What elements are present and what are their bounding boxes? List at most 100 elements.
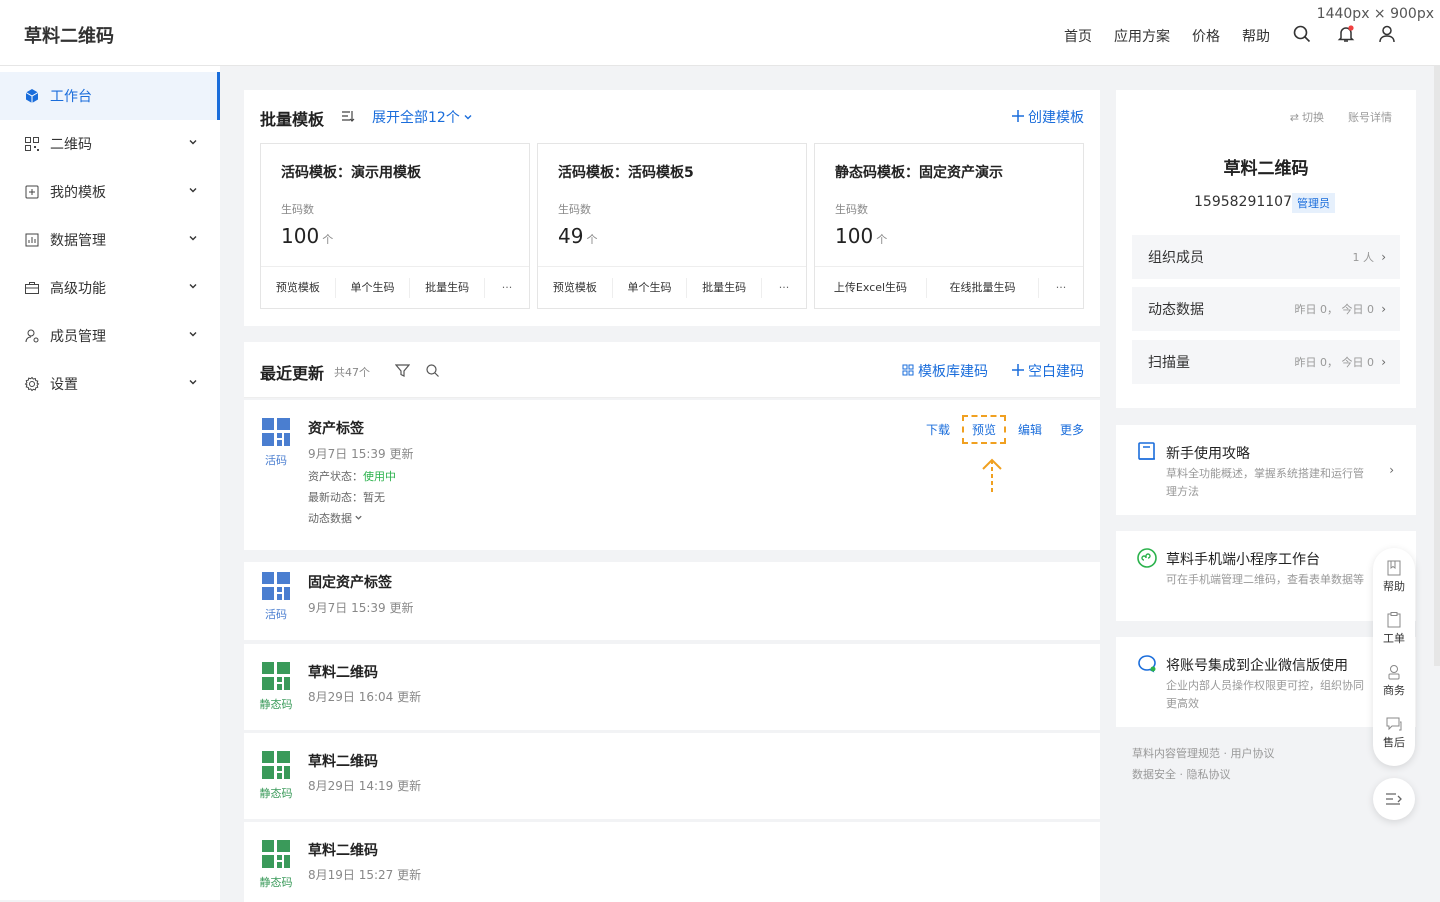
gear-icon: [24, 376, 40, 392]
account-name: 草料二维码: [1223, 159, 1309, 179]
item-name[interactable]: 草料二维码: [308, 840, 378, 860]
upload-excel-button[interactable]: 上传Excel生码: [815, 277, 927, 298]
list-item[interactable]: 活码 资产标签 9月7日 15:39 更新 资产状态：使用中 最新动态：暂无 动…: [244, 400, 1100, 550]
stat-label: 扫描量: [1148, 355, 1190, 371]
guide-card-wecom[interactable]: 将账号集成到企业微信版使用 企业内部人员操作权限更可控，组织协同更高效: [1116, 637, 1416, 727]
more-button[interactable]: 更多: [1060, 421, 1084, 438]
list-item[interactable]: 静态码 草料二维码 8月29日 16:04 更新: [244, 644, 1100, 730]
status-value: 使用中: [363, 470, 396, 483]
miniapp-icon: [1137, 548, 1157, 568]
sidebar-item-templates[interactable]: 我的模板: [0, 168, 220, 216]
sort-icon[interactable]: [341, 109, 355, 123]
float-aftersales[interactable]: 售后: [1373, 716, 1415, 750]
item-name[interactable]: 草料二维码: [308, 662, 378, 682]
more-button[interactable]: ···: [485, 278, 529, 298]
sidebar-item-label: 我的模板: [50, 185, 106, 201]
more-button[interactable]: ···: [1039, 278, 1083, 298]
card-unit: 个: [586, 233, 598, 246]
card-label: 生码数: [558, 203, 591, 216]
guide-card-miniapp[interactable]: 草料手机端小程序工作台 可在手机端管理二维码，查看表单数据等: [1116, 531, 1416, 621]
chevron-down-icon: [189, 140, 197, 145]
recent-updates-panel: 最近更新 共47个 模板库建码 空白建码 活码 资产标签 9月7日 15:39 …: [244, 342, 1100, 902]
float-label: 工单: [1383, 632, 1405, 645]
bell-icon[interactable]: [1336, 24, 1356, 44]
sidebar-item-qrcode[interactable]: 二维码: [0, 120, 220, 168]
code-type: 静态码: [259, 698, 293, 711]
batch-generate-button[interactable]: 批量生码: [410, 277, 486, 298]
stat-dynamic-data[interactable]: 动态数据 昨日 0， 今日 0 ›: [1132, 287, 1400, 331]
more-button[interactable]: ···: [762, 278, 806, 298]
sidebar-item-members[interactable]: 成员管理: [0, 312, 220, 360]
panel-title: 最近更新: [260, 364, 325, 383]
single-generate-button[interactable]: 单个生码: [613, 277, 688, 298]
sidebar-item-data[interactable]: 数据管理: [0, 216, 220, 264]
collapse-icon: [1386, 793, 1402, 805]
switch-account-button[interactable]: ⇄ 切换: [1290, 109, 1324, 125]
dynamic-data-toggle[interactable]: 动态数据: [308, 510, 363, 526]
panel-title: 批量模板: [260, 110, 325, 129]
float-business[interactable]: 商务: [1373, 664, 1415, 698]
template-library-button[interactable]: 模板库建码: [902, 361, 988, 381]
sidebar-item-label: 二维码: [50, 137, 92, 153]
item-name[interactable]: 草料二维码: [308, 751, 378, 771]
collapse-menu-button[interactable]: [1373, 778, 1415, 820]
wecom-icon: [1138, 655, 1156, 673]
chevron-down-icon: [189, 380, 197, 385]
switch-label: 切换: [1302, 111, 1324, 124]
account-phone: 15958291107: [1194, 194, 1292, 210]
expand-all-link[interactable]: 展开全部12个: [372, 107, 473, 127]
search-icon[interactable]: [425, 363, 440, 378]
float-help[interactable]: 帮助: [1373, 560, 1415, 594]
sidebar-item-settings[interactable]: 设置: [0, 360, 220, 408]
item-name[interactable]: 资产标签: [308, 418, 364, 438]
sidebar-item-advanced[interactable]: 高级功能: [0, 264, 220, 312]
nav-solutions[interactable]: 应用方案: [1114, 26, 1170, 46]
search-icon[interactable]: [1292, 24, 1312, 44]
stat-scans[interactable]: 扫描量 昨日 0， 今日 0 ›: [1132, 340, 1400, 384]
user-icon[interactable]: [1377, 24, 1397, 44]
stat-members[interactable]: 组织成员 1 人 ›: [1132, 235, 1400, 279]
preview-template-button[interactable]: 预览模板: [261, 277, 336, 298]
item-time: 8月29日 14:19 更新: [308, 779, 422, 793]
data-security-link[interactable]: 数据安全: [1132, 768, 1176, 781]
nav-pricing[interactable]: 价格: [1192, 26, 1220, 46]
nav-help[interactable]: 帮助: [1242, 26, 1270, 46]
single-generate-button[interactable]: 单个生码: [336, 277, 411, 298]
nav-home[interactable]: 首页: [1064, 26, 1092, 46]
person-icon: [1388, 665, 1400, 680]
list-item[interactable]: 静态码 草料二维码 8月19日 15:27 更新: [244, 822, 1100, 902]
list-item[interactable]: 活码 固定资产标签 9月7日 15:39 更新: [244, 562, 1100, 640]
qrcode-icon: [262, 572, 290, 600]
preview-button[interactable]: 预览: [961, 415, 1006, 444]
logo[interactable]: 草料二维码: [24, 22, 114, 48]
page-size-label: 1440px × 900px: [1316, 6, 1434, 22]
account-detail-link[interactable]: 账号详情: [1348, 109, 1392, 125]
top-header: 草料二维码 首页 应用方案 价格 帮助: [0, 0, 1440, 66]
float-ticket[interactable]: 工单: [1373, 612, 1415, 646]
preview-template-button[interactable]: 预览模板: [538, 277, 613, 298]
create-template-button[interactable]: 创建模板: [1012, 107, 1084, 127]
sidebar-item-workbench[interactable]: 工作台: [0, 72, 220, 120]
item-name[interactable]: 固定资产标签: [308, 572, 392, 592]
list-item[interactable]: 静态码 草料二维码 8月29日 14:19 更新: [244, 733, 1100, 819]
code-type: 静态码: [259, 787, 293, 800]
guide-card-beginner[interactable]: 新手使用攻略 草料全功能概述，掌握系统搭建和运行管理方法 ›: [1116, 425, 1416, 515]
edit-button[interactable]: 编辑: [1018, 421, 1042, 438]
chevron-down-icon: [189, 284, 197, 289]
scrollbar[interactable]: [1434, 66, 1440, 666]
plus-icon: [1012, 110, 1024, 122]
online-batch-button[interactable]: 在线批量生码: [927, 277, 1039, 298]
batch-generate-button[interactable]: 批量生码: [687, 277, 763, 298]
privacy-policy-link[interactable]: 隐私协议: [1187, 768, 1231, 781]
chevron-right-icon: ›: [1389, 463, 1394, 477]
account-panel: ⇄ 切换 账号详情 草料二维码 15958291107 管理员 组织成员 1 人 …: [1116, 90, 1416, 408]
content-policy-link[interactable]: 草料内容管理规范: [1132, 747, 1220, 760]
template-card: 活码模板：活码模板5 生码数 49 个 预览模板 单个生码 批量生码 ···: [537, 143, 807, 309]
template-card: 静态码模板：固定资产演示 生码数 100 个 上传Excel生码 在线批量生码 ·…: [814, 143, 1084, 309]
chevron-down-icon: [355, 515, 362, 520]
download-button[interactable]: 下载: [926, 421, 950, 438]
blank-create-button[interactable]: 空白建码: [1012, 361, 1084, 381]
guide-desc: 可在手机端管理二维码，查看表单数据等: [1166, 573, 1364, 586]
user-agreement-link[interactable]: 用户协议: [1231, 747, 1275, 760]
filter-icon[interactable]: [395, 363, 410, 378]
